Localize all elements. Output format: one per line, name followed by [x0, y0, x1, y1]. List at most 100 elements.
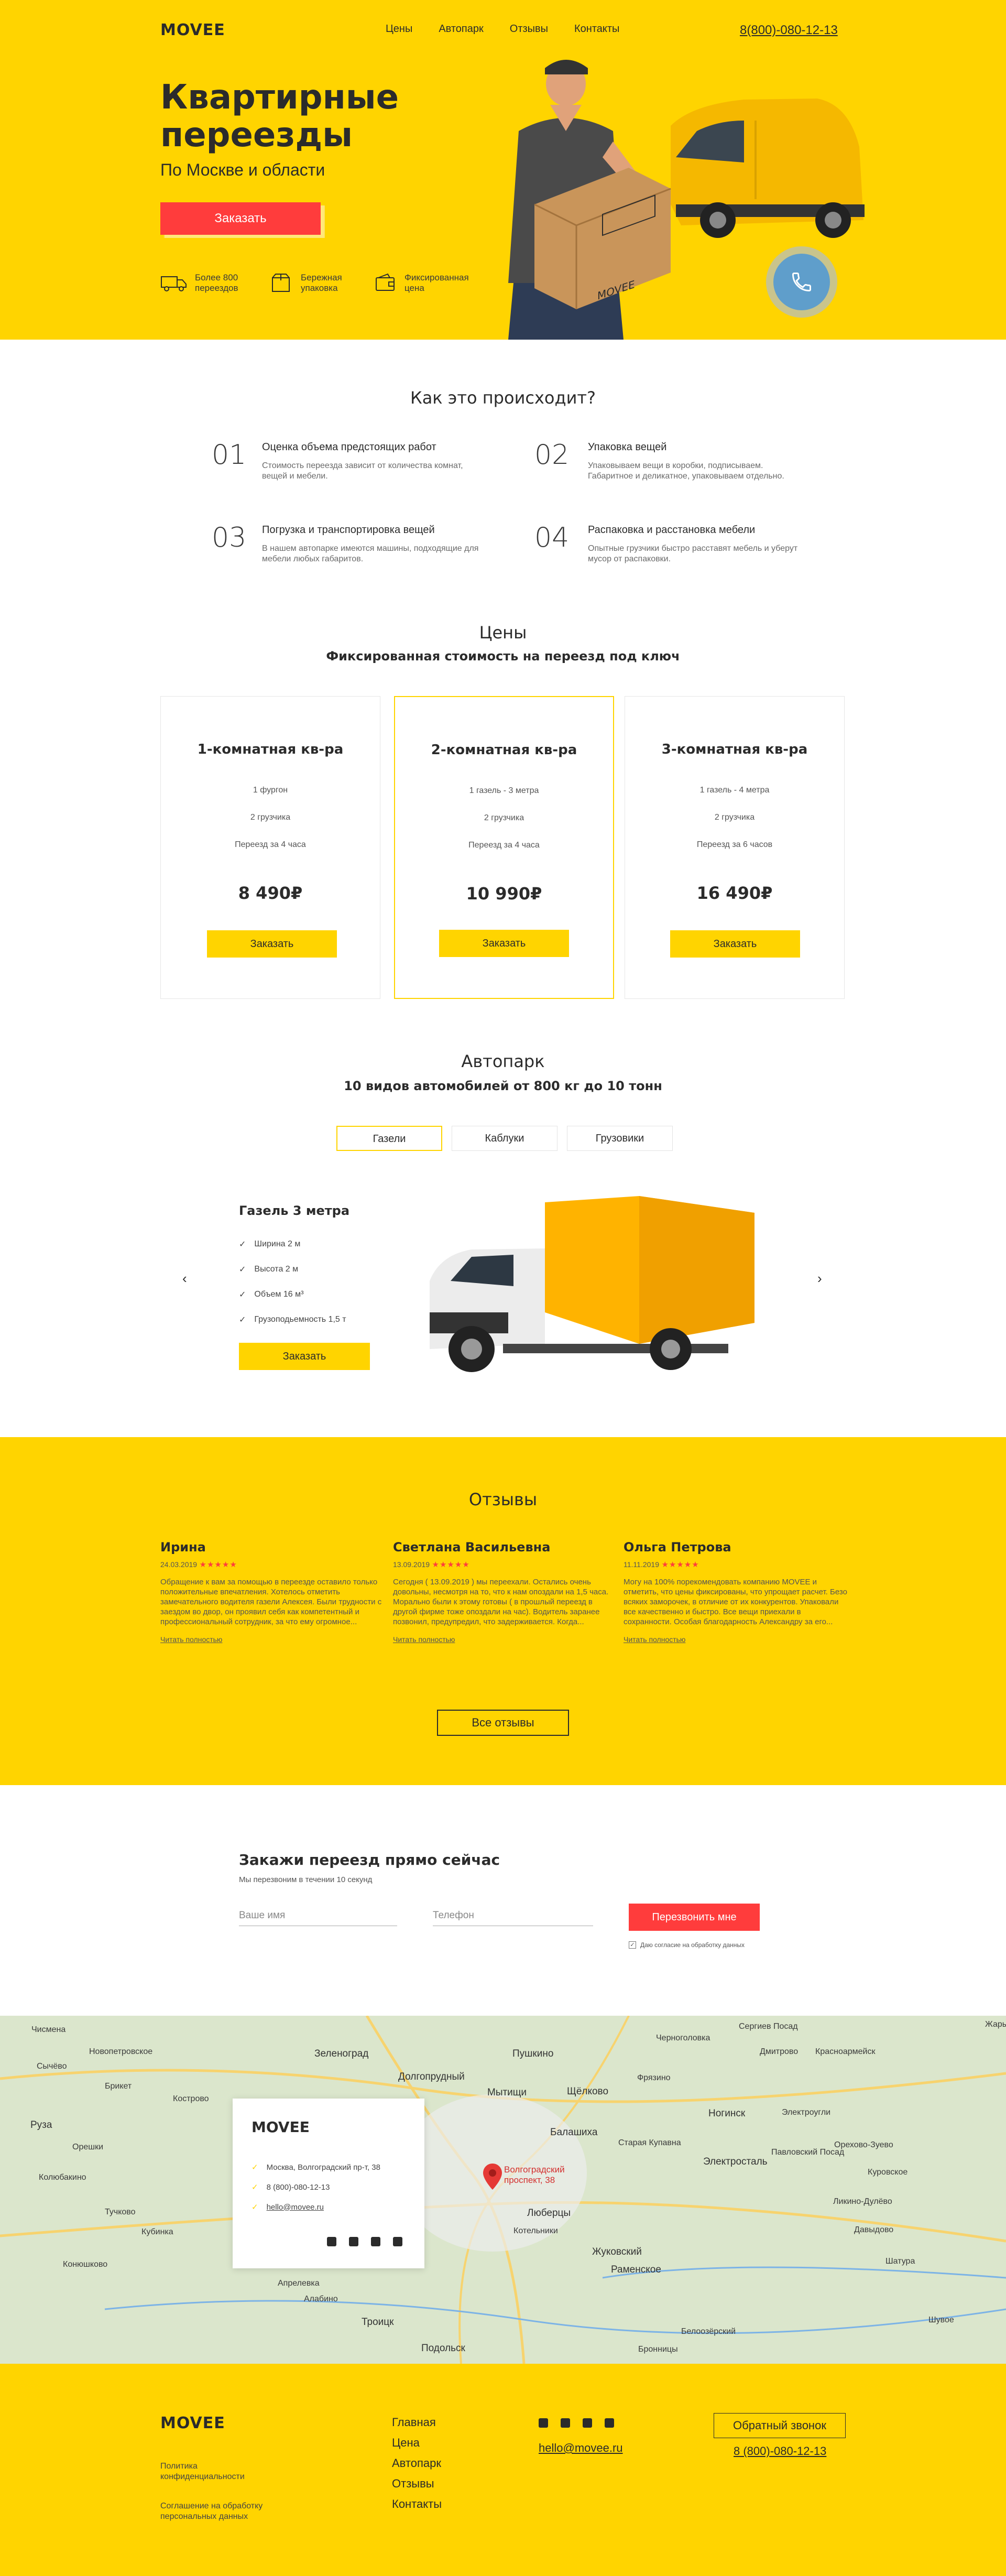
facebook-icon[interactable] — [583, 2418, 592, 2428]
footer-email[interactable]: hello@movee.ru — [539, 2441, 623, 2455]
instagram-icon[interactable] — [393, 2237, 402, 2246]
map-section[interactable]: Чисмена Сычёво Новопетровское Брикет Кос… — [0, 2016, 1006, 2364]
contact-phone[interactable]: 8 (800)-080-12-13 — [267, 2183, 330, 2192]
map-place: Мытищи — [487, 2087, 527, 2098]
feature-label: Более 800 переездов — [195, 273, 238, 293]
step-title: Оценка объема предстоящих работ — [262, 441, 436, 453]
map-place: Пушкино — [512, 2048, 554, 2059]
map-place: Раменское — [611, 2264, 661, 2275]
contact-email[interactable]: hello@movee.ru — [267, 2203, 324, 2212]
map-place: Шувое — [928, 2316, 954, 2324]
map-contact-card: MOVEE ✓ Москва, Волгоградский пр-т, 38 ✓ 8… — [233, 2099, 424, 2268]
card-order-button[interactable]: Заказать — [207, 930, 337, 958]
order-subtitle: Мы перезвоним в течении 10 секунд — [239, 1875, 373, 1884]
carousel-next-button[interactable]: › — [817, 1270, 822, 1287]
map-place: Троицк — [362, 2317, 394, 2328]
prices-subtitle: Фиксированная стоимость на переезд под к… — [326, 649, 680, 664]
tab-gazelle[interactable]: Газели — [336, 1126, 442, 1151]
footer-callback-button[interactable]: Обратный звонок — [714, 2413, 846, 2438]
tab-kabluk[interactable]: Каблуки — [452, 1126, 557, 1151]
step-text: Опытные грузчики быстро расставят мебель… — [588, 544, 798, 563]
map-place: Руза — [30, 2120, 52, 2131]
feature-label: Бережная упаковка — [301, 273, 342, 293]
footer-nav-reviews[interactable]: Отзывы — [392, 2473, 442, 2494]
nav-contacts[interactable]: Контакты — [574, 23, 619, 35]
map-place: Красноармейск — [815, 2047, 876, 2056]
nav-reviews[interactable]: Отзывы — [510, 23, 548, 35]
check-icon: ✓ — [239, 1316, 246, 1324]
card-price: 8 490₽ — [238, 883, 303, 903]
nav-fleet[interactable]: Автопарк — [439, 23, 483, 35]
step-body: Распаковка и расстановка мебели Опытные … — [588, 524, 808, 564]
nav-prices[interactable]: Цены — [386, 23, 412, 35]
feature-price: Фиксированная цена — [374, 273, 478, 294]
map-place: Электросталь — [703, 2156, 768, 2167]
map-place: Новопетровское — [89, 2047, 153, 2056]
phone-icon — [792, 273, 811, 291]
step-text: Стоимость переезда зависит от количества… — [262, 461, 463, 481]
step: 03 — [212, 522, 246, 553]
fleet-title: Автопарк — [461, 1051, 545, 1071]
read-more-link[interactable]: Читать полностью — [160, 1635, 386, 1644]
footer-nav-price[interactable]: Цена — [392, 2432, 442, 2453]
footer-phone[interactable]: 8 (800)-080-12-13 — [734, 2444, 826, 2458]
header-phone[interactable]: 8(800)-080-12-13 — [740, 23, 838, 38]
step: 01 — [212, 439, 246, 471]
step-body: Оценка объема предстоящих работ Стоимост… — [262, 441, 482, 482]
agreement-link[interactable]: Соглашение на обработку персональных дан… — [160, 2501, 281, 2522]
all-reviews-button[interactable]: Все отзывы — [437, 1710, 569, 1736]
map-image — [0, 2016, 1006, 2364]
card-order-button[interactable]: Заказать — [439, 930, 569, 957]
map-place: Алабино — [304, 2295, 338, 2303]
card-order-button[interactable]: Заказать — [670, 930, 800, 958]
price-card: 2-комнатная кв-ра 1 газель - 3 метра 2 г… — [394, 696, 614, 999]
youtube-icon[interactable] — [539, 2418, 548, 2428]
top-nav: Цены Автопарк Отзывы Контакты — [386, 23, 646, 35]
phone-input[interactable]: Телефон — [433, 1910, 593, 1926]
hero-illustration: MOVEE — [508, 60, 865, 340]
spec-text: Высота 2 м — [254, 1265, 299, 1274]
map-place: Чисмена — [31, 2025, 66, 2034]
instagram-icon[interactable] — [605, 2418, 614, 2428]
spec-row: ✓ Высота 2 м — [239, 1257, 346, 1282]
carousel-prev-button[interactable]: ‹ — [182, 1270, 187, 1287]
van-image — [671, 99, 865, 238]
youtube-icon[interactable] — [327, 2237, 336, 2246]
contact-row: ✓ hello@movee.ru — [252, 2197, 380, 2217]
callback-widget[interactable] — [766, 246, 837, 318]
name-input[interactable]: Ваше имя — [239, 1910, 397, 1926]
footer-nav-contacts[interactable]: Контакты — [392, 2494, 442, 2514]
callback-button[interactable]: Перезвонить мне — [629, 1904, 760, 1931]
card-title: 3-комнатная кв-ра — [661, 742, 808, 757]
logo[interactable]: MOVEE — [160, 21, 225, 39]
map-place: Белоозёрский — [681, 2327, 736, 2336]
footer-nav-fleet[interactable]: Автопарк — [392, 2453, 442, 2473]
spec-text: Грузоподьемность 1,5 т — [254, 1315, 346, 1324]
map-place: Котельники — [513, 2226, 558, 2235]
map-place: Черноголовка — [656, 2034, 710, 2042]
map-place: Кубинка — [141, 2227, 173, 2236]
consent-row[interactable]: ✓ Даю согласие на обработку данных — [629, 1941, 745, 1949]
privacy-link[interactable]: Политика конфиденциальности — [160, 2461, 276, 2482]
read-more-link[interactable]: Читать полностью — [393, 1635, 618, 1644]
vk-icon[interactable] — [561, 2418, 570, 2428]
read-more-link[interactable]: Читать полностью — [624, 1635, 849, 1644]
card-line: Переезд за 4 часа — [468, 841, 540, 850]
check-icon: ✓ — [252, 2163, 258, 2172]
review-card: Ольга Петрова 11.11.2019 ★★★★★ Могу на 1… — [624, 1540, 849, 1644]
reviews-title: Отзывы — [468, 1490, 538, 1509]
vehicle-order-button[interactable]: Заказать — [239, 1343, 370, 1370]
hero-subtitle: По Москве и области — [160, 160, 325, 179]
footer-logo[interactable]: MOVEE — [160, 2414, 225, 2432]
tab-trucks[interactable]: Грузовики — [567, 1126, 673, 1151]
footer-nav-home[interactable]: Главная — [392, 2412, 442, 2432]
hero-order-button[interactable]: Заказать — [160, 202, 321, 235]
step-title: Погрузка и транспортировка вещей — [262, 524, 435, 536]
vk-icon[interactable] — [349, 2237, 358, 2246]
map-place: Жары — [985, 2020, 1006, 2029]
consent-checkbox[interactable]: ✓ — [629, 1941, 636, 1949]
step-text: В нашем автопарке имеются машины, подход… — [262, 544, 479, 563]
check-icon: ✓ — [252, 2183, 258, 2192]
facebook-icon[interactable] — [371, 2237, 380, 2246]
map-pin-icon[interactable] — [483, 2164, 502, 2190]
